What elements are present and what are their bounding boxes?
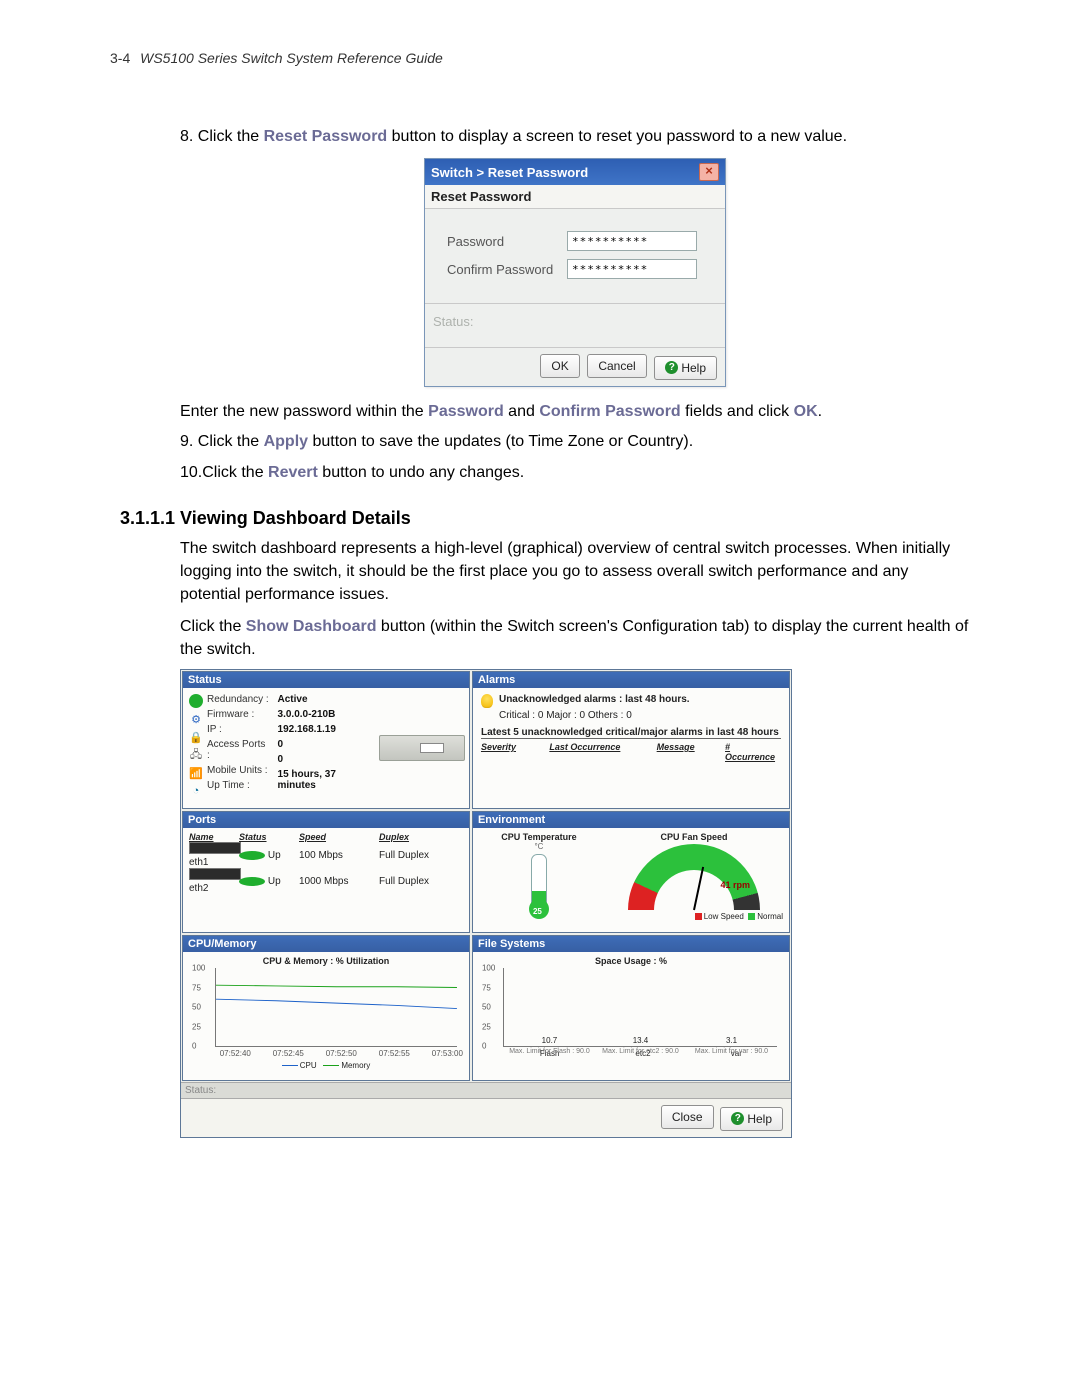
- doc-title: WS5100 Series Switch System Reference Gu…: [140, 50, 443, 66]
- etc2-bar-value: 13.4: [617, 1036, 663, 1045]
- status-up-icon: [239, 877, 265, 886]
- ip-value: 192.168.1.19: [278, 724, 375, 735]
- dashboard-intro-para: The switch dashboard represents a high-l…: [180, 537, 970, 607]
- thermometer-icon: 25: [531, 854, 547, 912]
- env-legend: Low Speed Normal: [605, 912, 783, 921]
- switch-device-icon: [379, 735, 465, 761]
- step-9: 9. Click the Apply button to save the up…: [180, 431, 970, 453]
- dashboard-instr-para: Click the Show Dashboard button (within …: [180, 615, 970, 661]
- temp-unit: °C: [479, 842, 599, 851]
- access-ports-value: 0: [278, 739, 375, 750]
- dialog-title: Switch > Reset Password: [431, 165, 588, 180]
- page-number: 3-4: [110, 50, 130, 66]
- temp-value: 25: [533, 907, 542, 916]
- help-icon: ?: [731, 1112, 744, 1125]
- var-bar-value: 3.1: [709, 1036, 755, 1045]
- cancel-button[interactable]: Cancel: [587, 354, 646, 378]
- reset-password-dialog: Switch > Reset Password × Reset Password…: [424, 158, 726, 387]
- confirm-password-label: Confirm Password: [447, 262, 567, 277]
- cpu-chart-title: CPU & Memory : % Utilization: [189, 956, 463, 966]
- access-ports-icon: 🖧: [189, 748, 203, 762]
- fs-chart-title: Space Usage : %: [479, 956, 783, 966]
- redundancy-icon: [189, 694, 203, 708]
- bulb-icon: [481, 694, 493, 708]
- dashboard-close-button[interactable]: Close: [661, 1105, 714, 1129]
- uptime-value: 15 hours, 37 minutes: [278, 769, 375, 791]
- cpu-memory-panel-title: CPU/Memory: [183, 936, 469, 952]
- cpu-chart-legend: CPU Memory: [189, 1061, 463, 1070]
- step-8: 8. Click the Reset Password button to di…: [180, 126, 970, 148]
- cpu-temperature-title: CPU Temperature: [479, 832, 599, 842]
- cpu-memory-panel: CPU/Memory CPU & Memory : % Utilization …: [182, 935, 470, 1081]
- dialog-section-label: Reset Password: [425, 185, 725, 209]
- ports-row-eth1: eth1 Up 100 Mbps Full Duplex: [189, 842, 463, 868]
- redundancy-value: Active: [278, 694, 375, 705]
- ports-row-eth2: eth2 Up 1000 Mbps Full Duplex: [189, 868, 463, 894]
- file-systems-chart: 100 75 50 25 0 Max. Limit for Flash : 90…: [503, 968, 777, 1047]
- cpu-memory-chart: 100 75 50 25 0 07:52:40 07:52:45 07:52: [215, 968, 457, 1047]
- confirm-password-input[interactable]: [567, 259, 697, 279]
- ports-panel: Ports Name Status Speed Duplex eth1 Up 1…: [182, 811, 470, 933]
- fan-speed-gauge: 41 rpm: [628, 844, 760, 910]
- firmware-icon: ⚙: [189, 712, 203, 726]
- reset-password-link: Reset Password: [264, 128, 388, 145]
- mobile-units-value: 0: [278, 754, 375, 765]
- alarms-panel: Alarms Unacknowledged alarms : last 48 h…: [472, 671, 790, 809]
- alarms-counts: Critical : 0 Major : 0 Others : 0: [499, 710, 781, 721]
- step-10: 10.Click the Revert button to undo any c…: [180, 462, 970, 484]
- gauge-needle-icon: [693, 867, 704, 910]
- alarms-table-header: Severity Last Occurrence Message # Occur…: [481, 742, 781, 762]
- help-icon: ?: [665, 361, 678, 374]
- help-button[interactable]: ?Help: [654, 356, 717, 380]
- close-icon[interactable]: ×: [699, 163, 719, 181]
- environment-panel-title: Environment: [473, 812, 789, 828]
- dashboard-screenshot: Status ⚙ 🔒 🖧 📶 ◔ Redundancy : Firm: [180, 669, 792, 1138]
- password-input[interactable]: [567, 231, 697, 251]
- firmware-value: 3.0.0.0-210B: [278, 709, 375, 720]
- alarms-headline: Unacknowledged alarms : last 48 hours.: [499, 694, 690, 705]
- nic-icon: [189, 842, 241, 854]
- dashboard-status-bar: Status:: [181, 1082, 791, 1098]
- status-up-icon: [239, 851, 265, 860]
- ok-button[interactable]: OK: [540, 354, 579, 378]
- environment-panel: Environment CPU Temperature °C 25 CPU Fa…: [472, 811, 790, 933]
- dialog-status: Status:: [425, 304, 725, 348]
- alarms-panel-title: Alarms: [473, 672, 789, 688]
- ports-panel-title: Ports: [183, 812, 469, 828]
- flash-bar-value: 10.7: [526, 1036, 572, 1045]
- uptime-icon: ◔: [189, 784, 203, 798]
- page-header: 3-4 WS5100 Series Switch System Referenc…: [110, 50, 970, 66]
- password-label: Password: [447, 234, 567, 249]
- dialog-titlebar: Switch > Reset Password ×: [425, 159, 725, 185]
- status-panel-title: Status: [183, 672, 469, 688]
- file-systems-panel: File Systems Space Usage : % 100 75 50 2…: [472, 935, 790, 1081]
- enter-password-note: Enter the new password within the Passwo…: [180, 401, 970, 423]
- status-panel: Status ⚙ 🔒 🖧 📶 ◔ Redundancy : Firm: [182, 671, 470, 809]
- section-3-1-1-1-heading: 3.1.1.1 Viewing Dashboard Details: [120, 508, 970, 529]
- dashboard-help-button[interactable]: ?Help: [720, 1107, 783, 1131]
- ip-icon: 🔒: [189, 730, 203, 744]
- nic-icon: [189, 868, 241, 880]
- file-systems-panel-title: File Systems: [473, 936, 789, 952]
- alarms-subheading: Latest 5 unacknowledged critical/major a…: [481, 727, 781, 739]
- mobile-units-icon: 📶: [189, 766, 203, 780]
- cpu-fan-speed-title: CPU Fan Speed: [605, 832, 783, 842]
- ports-table-header: Name Status Speed Duplex: [189, 832, 463, 842]
